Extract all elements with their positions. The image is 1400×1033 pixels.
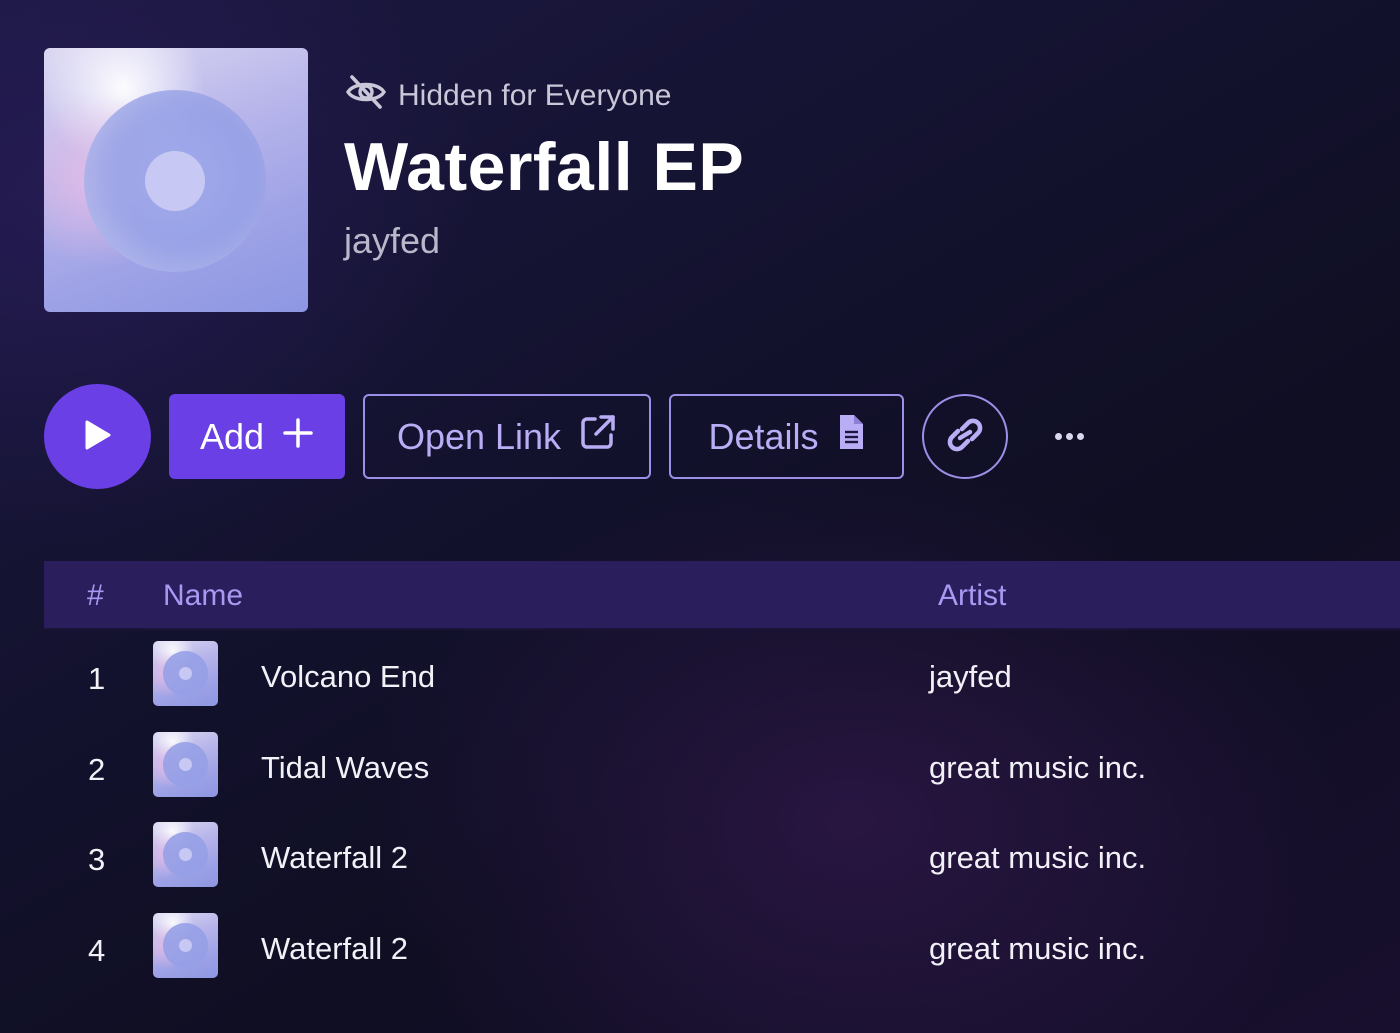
column-header-number[interactable]: #: [87, 579, 104, 613]
play-icon: [84, 419, 112, 454]
track-name[interactable]: Tidal Waves: [261, 750, 429, 786]
track-number: 2: [88, 752, 106, 787]
document-icon: [837, 413, 865, 460]
external-link-icon: [579, 413, 617, 460]
track-row[interactable]: 1 Volcano End jayfed: [44, 631, 1400, 721]
open-link-label: Open Link: [396, 415, 562, 457]
album-cover-hole: [145, 151, 205, 211]
track-row[interactable]: 3 Waterfall 2 great music inc.: [44, 812, 1400, 902]
link-icon: [943, 415, 987, 458]
play-button[interactable]: [44, 384, 151, 489]
album-cover: [44, 48, 308, 312]
plus-icon: [282, 416, 314, 458]
album-artist[interactable]: jayfed: [344, 220, 440, 262]
more-horizontal-icon-dot: [1065, 432, 1073, 440]
track-thumbnail: [153, 822, 218, 887]
add-button-label: Add: [199, 415, 265, 457]
add-button[interactable]: Add: [169, 394, 345, 479]
more-options-button[interactable]: [1046, 414, 1092, 458]
track-artist[interactable]: jayfed: [929, 659, 1012, 695]
track-name[interactable]: Waterfall 2: [261, 840, 408, 876]
more-horizontal-icon-dot: [1076, 432, 1084, 440]
track-number: 3: [88, 842, 106, 877]
track-thumbnail: [153, 732, 218, 797]
track-thumbnail: [153, 913, 218, 978]
album-title: Waterfall EP: [344, 129, 745, 205]
details-label: Details: [708, 415, 819, 457]
track-name[interactable]: Volcano End: [261, 659, 435, 695]
eye-slash-icon: [344, 74, 388, 118]
track-artist[interactable]: great music inc.: [929, 750, 1146, 786]
track-row[interactable]: 2 Tidal Waves great music inc.: [44, 722, 1400, 812]
visibility-status: Hidden for Everyone: [344, 74, 672, 118]
track-number: 1: [88, 661, 106, 696]
column-header-artist[interactable]: Artist: [938, 579, 1006, 613]
details-button[interactable]: Details: [669, 394, 904, 479]
track-artist[interactable]: great music inc.: [929, 931, 1146, 967]
copy-link-button[interactable]: [922, 394, 1008, 479]
column-header-name[interactable]: Name: [163, 579, 243, 613]
track-row[interactable]: 4 Waterfall 2 great music inc.: [44, 903, 1400, 993]
open-link-button[interactable]: Open Link: [363, 394, 651, 479]
track-name[interactable]: Waterfall 2: [261, 931, 408, 967]
album-cover-disc: [84, 90, 266, 272]
track-artist[interactable]: great music inc.: [929, 840, 1146, 876]
more-horizontal-icon-dot: [1054, 432, 1062, 440]
visibility-label: Hidden for Everyone: [398, 79, 672, 112]
track-thumbnail: [153, 641, 218, 706]
track-number: 4: [88, 933, 106, 968]
track-table-header: # Name Artist: [44, 561, 1400, 630]
